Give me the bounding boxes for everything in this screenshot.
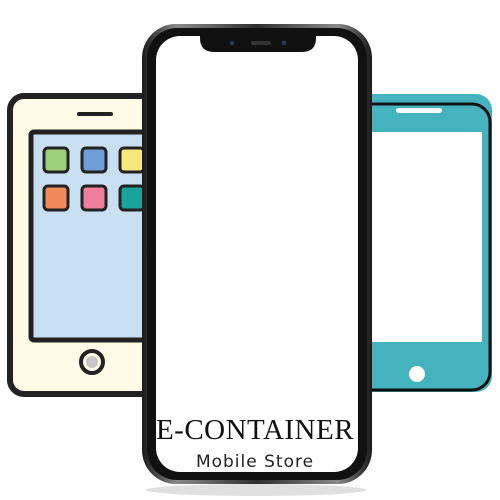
brand-title: E-CONTAINER: [155, 414, 355, 446]
logo-canvas: E-CONTAINER Mobile Store: [0, 0, 500, 500]
brand-subtitle: Mobile Store: [195, 452, 315, 472]
